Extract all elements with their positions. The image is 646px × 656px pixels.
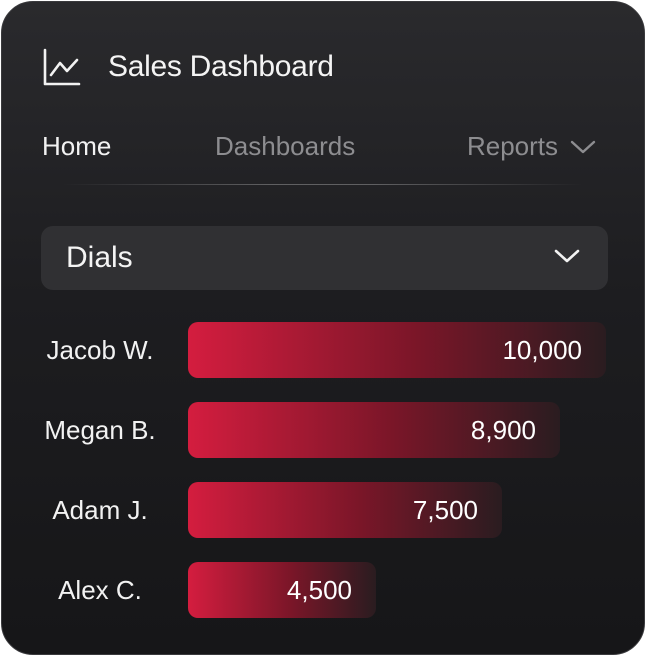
nav-item-reports[interactable]: Reports <box>467 124 596 168</box>
value-label: 7,500 <box>412 495 478 525</box>
nav-item-home[interactable]: Home <box>42 124 111 168</box>
rep-name: Jacob W. <box>46 335 154 365</box>
metric-select[interactable]: Dials <box>41 226 608 290</box>
value-bar: 10,000 <box>188 322 606 378</box>
rep-name: Alex C. <box>58 575 142 605</box>
chevron-down-icon <box>558 124 596 168</box>
leaderboard-row: Megan B. 8,900 <box>2 402 644 458</box>
top-nav: Home Dashboards Reports <box>42 124 596 168</box>
value-bar: 7,500 <box>188 482 502 538</box>
value-label: 8,900 <box>470 415 536 445</box>
value-bar: 4,500 <box>188 562 376 618</box>
app-title: Sales Dashboard <box>108 50 334 83</box>
value-bar: 8,900 <box>188 402 560 458</box>
nav-item-reports-label: Reports <box>466 131 558 161</box>
metric-select-value: Dials <box>66 241 133 274</box>
leaderboard-row: Alex C. 4,500 <box>2 562 644 618</box>
rep-name: Adam J. <box>52 495 148 525</box>
chevron-down-icon <box>554 248 580 269</box>
nav-divider <box>62 184 584 185</box>
nav-item-dashboards[interactable]: Dashboards <box>215 124 355 168</box>
app-header: Sales Dashboard <box>42 46 334 88</box>
value-label: 10,000 <box>502 335 582 365</box>
rep-name: Megan B. <box>44 415 156 445</box>
leaderboard-row: Jacob W. 10,000 <box>2 322 644 378</box>
value-label: 4,500 <box>286 575 352 605</box>
leaderboard-row: Adam J. 7,500 <box>2 482 644 538</box>
dashboard-card: Sales Dashboard Home Dashboards Reports … <box>1 1 645 655</box>
line-chart-icon <box>42 47 82 87</box>
